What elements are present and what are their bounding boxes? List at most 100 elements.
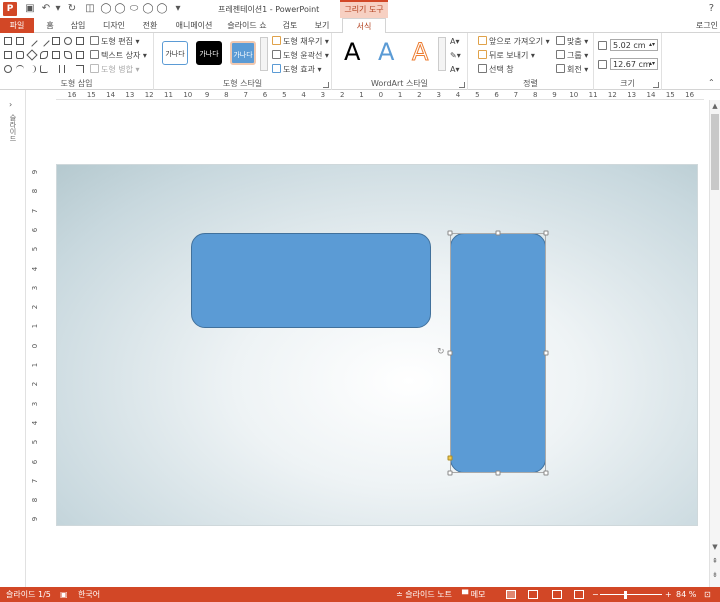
wordart-orange[interactable]: A — [411, 38, 428, 67]
edit-shape-button[interactable]: 도형 편집 ▾ — [90, 36, 140, 47]
ruler-tick-label: 9 — [552, 91, 557, 99]
ruler-tick-label: 11 — [164, 91, 173, 99]
shape-styles-launcher-icon[interactable] — [323, 82, 329, 88]
tab-design[interactable]: 디자인 — [100, 18, 128, 33]
undo-icon[interactable]: ↶ — [40, 3, 52, 15]
shape-outline-button[interactable]: 도형 윤곽선 ▾ — [272, 50, 329, 61]
wordart-launcher-icon[interactable] — [459, 82, 465, 88]
slide-sorter-icon[interactable] — [528, 590, 538, 599]
redo-icon[interactable]: ↻ — [66, 3, 78, 15]
login-link[interactable]: 로그인 — [696, 18, 718, 33]
resize-handle-bottom-right[interactable] — [543, 470, 549, 476]
wordart-black[interactable]: A — [344, 38, 360, 66]
tab-view[interactable]: 보기 — [310, 18, 334, 33]
tab-insert[interactable]: 삽입 — [66, 18, 90, 33]
wordart-group: A A A A▾ ✎▾ A▾ WordArt 스타일 — [332, 33, 468, 90]
zoom-out-icon[interactable]: − — [592, 587, 599, 602]
comments-button[interactable]: ▀ 메모 — [462, 587, 485, 602]
zoom-slider-thumb[interactable] — [624, 591, 627, 599]
edit-shape-icon — [90, 36, 99, 45]
shape-icon[interactable]: ◯ — [142, 3, 154, 15]
ruler-tick-label: 1 — [31, 324, 40, 329]
shape-icon[interactable]: ◯ — [114, 3, 126, 15]
merge-shapes-button[interactable]: 도형 병합 ▾ — [90, 64, 140, 75]
ruler-tick-label: 15 — [86, 91, 96, 99]
resize-handle-right[interactable] — [543, 350, 549, 356]
next-slide-icon[interactable]: ⇟ — [710, 570, 720, 580]
zoom-level[interactable]: 84 % — [676, 587, 696, 602]
normal-view-icon[interactable] — [506, 590, 516, 599]
customize-qat-icon[interactable]: ▾ — [172, 3, 184, 15]
height-field[interactable]: 5.02 cm ▴▾ — [610, 39, 658, 51]
send-backward-button[interactable]: 뒤로 보내기 ▾ — [478, 50, 535, 61]
scrollbar-thumb[interactable] — [711, 114, 719, 190]
tab-format[interactable]: 서식 — [342, 18, 386, 34]
width-field[interactable]: 12.67 cm ▴▾ — [610, 58, 658, 70]
shape-icon[interactable]: ◯ — [100, 3, 112, 15]
spell-check-icon[interactable]: ▣ — [60, 587, 68, 602]
text-effects-button[interactable]: A▾ — [450, 64, 460, 75]
ruler-tick-label: 3 — [31, 285, 40, 291]
text-outline-button[interactable]: ✎▾ — [450, 50, 461, 61]
text-box-button[interactable]: 텍스트 상자 ▾ — [90, 50, 147, 61]
present-icon[interactable]: ◫ — [84, 3, 96, 15]
resize-handle-top-right[interactable] — [543, 230, 549, 236]
undo-dropdown-icon[interactable]: ▾ — [52, 3, 64, 15]
ruler-tick-label: 8 — [224, 91, 229, 99]
previous-slide-icon[interactable]: ⇞ — [710, 556, 720, 566]
ruler-tick-label: 5 — [475, 91, 480, 99]
notes-button[interactable]: ≐ 슬라이드 노트 — [396, 587, 452, 602]
resize-handle-left[interactable] — [447, 350, 453, 356]
resize-handle-top-left[interactable] — [447, 230, 453, 236]
ruler-tick-label: 5 — [282, 91, 287, 99]
fit-to-window-icon[interactable]: ⊡ — [704, 587, 711, 602]
ruler-tick-label: 16 — [67, 91, 77, 99]
scroll-down-icon[interactable]: ▼ — [710, 542, 720, 552]
zoom-in-icon[interactable]: + — [665, 587, 672, 602]
tab-animations[interactable]: 애니메이션 — [172, 18, 216, 33]
vertical-scrollbar[interactable]: ▲ ▼ ⇞ ⇟ — [709, 100, 720, 587]
resize-handle-top[interactable] — [495, 230, 501, 236]
resize-handle-bottom[interactable] — [495, 470, 501, 476]
adjust-handle[interactable] — [447, 455, 453, 461]
zoom-slider[interactable] — [600, 594, 662, 595]
tab-transitions[interactable]: 전환 — [138, 18, 162, 33]
align-button[interactable]: 맞춤 ▾ — [556, 36, 588, 47]
tab-review[interactable]: 검토 — [278, 18, 302, 33]
slide-canvas[interactable] — [56, 164, 698, 526]
ruler-tick-label: 10 — [183, 91, 193, 99]
collapse-ribbon-icon[interactable]: ⌃ — [708, 77, 715, 88]
wordart-scroll[interactable] — [438, 37, 446, 71]
resize-handle-bottom-left[interactable] — [447, 470, 453, 476]
rotate-handle-icon[interactable]: ↻ — [437, 348, 446, 357]
rotate-button[interactable]: 회전 ▾ — [556, 64, 588, 75]
save-icon[interactable]: ▣ — [24, 3, 36, 15]
language-indicator[interactable]: 한국어 — [78, 587, 100, 602]
expand-pane-icon[interactable]: › — [9, 100, 12, 109]
scroll-up-icon[interactable]: ▲ — [710, 101, 720, 111]
tab-slideshow[interactable]: 슬라이드 쇼 — [224, 18, 270, 33]
shape-icon[interactable]: ◯ — [156, 3, 168, 15]
group-button[interactable]: 그룹 ▾ — [556, 50, 588, 61]
shape-effects-button[interactable]: 도형 효과 ▾ — [272, 64, 322, 75]
arrange-label: 정렬 — [523, 79, 538, 88]
powerpoint-logo-icon: P — [3, 2, 17, 16]
rounded-rectangle-horizontal[interactable] — [191, 233, 431, 328]
tab-home[interactable]: 홈 — [42, 18, 58, 33]
tab-file[interactable]: 파일 — [0, 18, 34, 33]
bring-forward-button[interactable]: 앞으로 가져오기 ▾ — [478, 36, 550, 47]
reading-view-icon[interactable] — [552, 590, 562, 599]
wordart-blue[interactable]: A — [378, 38, 394, 66]
text-fill-button[interactable]: A▾ — [450, 36, 460, 47]
size-launcher-icon[interactable] — [653, 82, 659, 88]
shape-icon[interactable]: ⬭ — [128, 3, 140, 15]
shape-style-blue[interactable]: 가나다 — [230, 41, 256, 65]
shape-fill-button[interactable]: 도형 채우기 ▾ — [272, 36, 329, 47]
shape-style-black[interactable]: 가나다 — [196, 41, 222, 65]
shape-style-outline[interactable]: 가나다 — [162, 41, 188, 65]
ruler-tick-label: 14 — [646, 91, 656, 99]
shape-style-scroll[interactable] — [260, 37, 268, 71]
slideshow-icon[interactable] — [574, 590, 584, 599]
selection-pane-button[interactable]: 선택 창 — [478, 64, 514, 75]
question-icon[interactable]: ? — [709, 3, 714, 14]
